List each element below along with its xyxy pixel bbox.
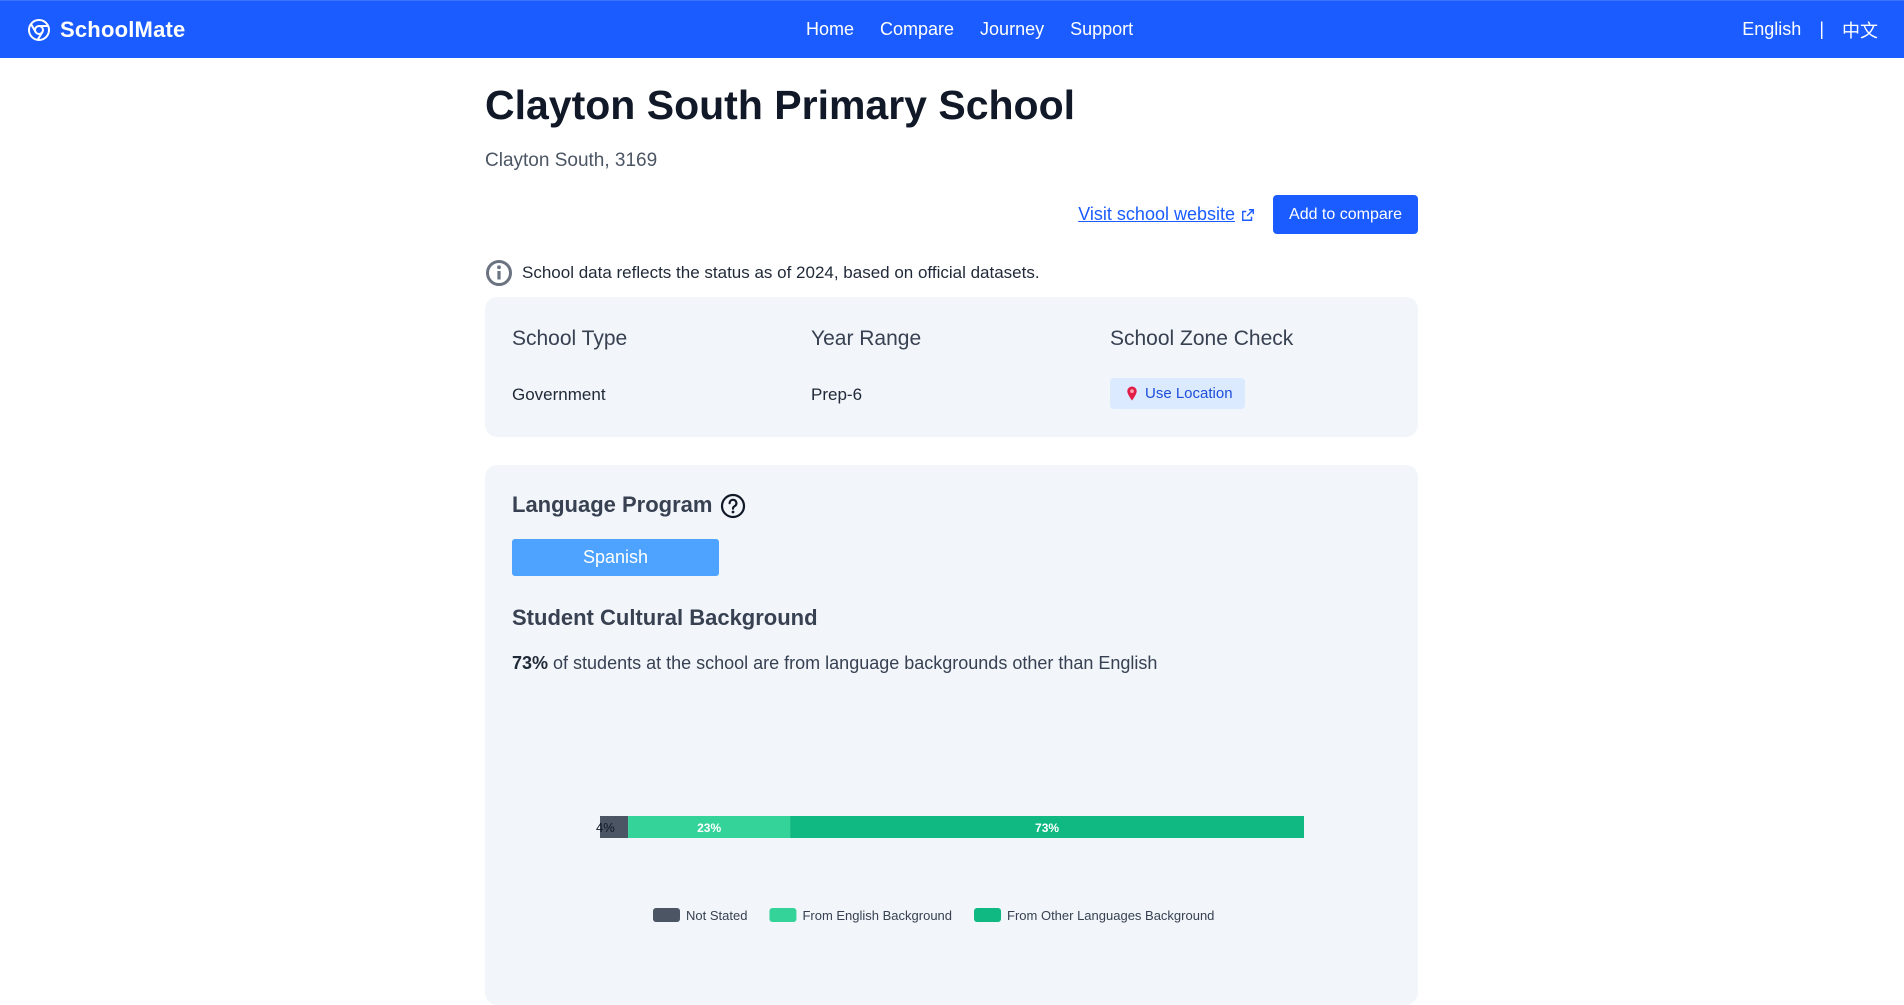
chrome-logo-icon [28,18,50,41]
school-type-value: Government [512,385,606,404]
use-location-label: Use Location [1145,385,1233,402]
school-location: Clayton South, 3169 [485,150,658,171]
lang-chinese[interactable]: 中文 [1842,17,1878,43]
year-range-value: Prep-6 [811,385,863,404]
school-zone-label: School Zone Check [1110,327,1294,350]
data-label-from-english-background: 23% [697,821,721,835]
language-card: Language Program Spanish Student Cultura… [485,465,1418,1005]
map-pin-icon [1127,386,1137,401]
data-notice: School data reflects the status as of 20… [485,259,1040,287]
language-pill-spanish: Spanish [512,539,719,576]
brand-name: SchoolMate [60,16,186,42]
data-label-from-other-languages-background: 73% [1035,821,1059,835]
language-switcher: English | 中文 [1742,1,1878,58]
top-navbar: SchoolMate Home Compare Journey Support … [0,0,1904,58]
cultural-background-chart: 4% 23% 73% Not Stated From English Backgroun… [596,816,1304,923]
lang-english[interactable]: English [1742,19,1801,40]
school-actions: Visit school website Add to compare [1078,195,1418,234]
external-link-icon [1242,208,1254,221]
nav-home[interactable]: Home [806,19,854,40]
info-icon [486,260,512,286]
legend-swatch-from-other-languages-background [974,908,1002,922]
brand[interactable]: SchoolMate [27,1,185,58]
school-type-label: School Type [512,327,628,350]
visit-website-link[interactable]: Visit school website [1078,204,1255,225]
language-program-title: Language Program [512,492,713,517]
cultural-background-summary: 73% of students at the school are from l… [512,653,1157,674]
nav-support[interactable]: Support [1070,19,1133,40]
school-info-card: School Type Government Year Range Prep-6… [485,297,1418,437]
data-notice-text: School data reflects the status as of 20… [522,263,1040,282]
help-icon[interactable] [720,493,746,519]
year-range-label: Year Range [811,327,922,350]
legend-swatch-from-english-background [769,908,797,922]
legend-label-from-other-languages-background: From Other Languages Background [1007,908,1214,923]
stat-percentage: 73% [512,653,549,673]
add-to-compare-button[interactable]: Add to compare [1273,195,1418,234]
use-location-button[interactable]: Use Location [1110,378,1245,409]
legend-label-not-stated: Not Stated [686,908,747,923]
stat-text: of students at the school are from langu… [548,653,1158,673]
nav-compare[interactable]: Compare [880,19,954,40]
page-title: Clayton South Primary School [485,82,1076,128]
legend-swatch-not-stated [653,908,680,922]
legend-label-from-english-background: From English Background [802,908,952,923]
main-nav: Home Compare Journey Support [806,1,1133,58]
nav-journey[interactable]: Journey [980,19,1044,40]
cultural-background-title: Student Cultural Background [512,605,818,630]
data-label-not-stated: 4% [596,820,615,835]
visit-website-label: Visit school website [1078,204,1235,224]
lang-separator: | [1819,19,1824,39]
